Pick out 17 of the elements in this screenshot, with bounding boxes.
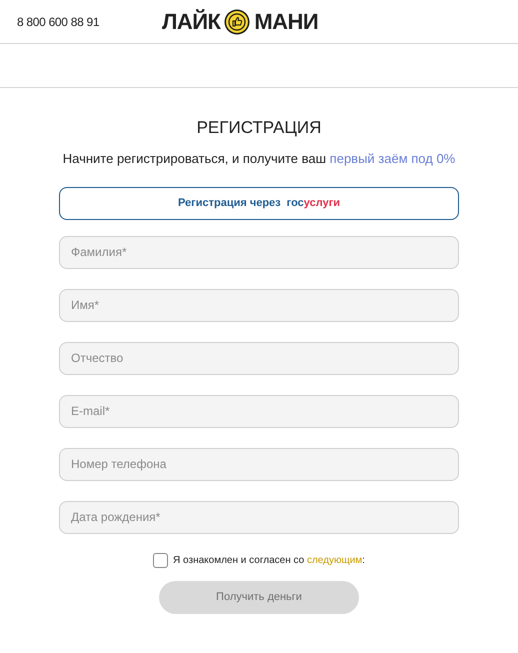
logo-text: ЛАЙК — [162, 8, 220, 36]
terms-link[interactable]: следующим — [306, 554, 362, 566]
input-field[interactable]: Имя* — [59, 288, 459, 322]
gosuslugi-button[interactable]: Регистрация через госуслуги — [59, 186, 459, 220]
page-title: РЕГИСТРАЦИЯ — [196, 117, 322, 139]
loan-link[interactable]: первый заём под 0% — [330, 150, 456, 166]
coin-logo-icon — [224, 8, 250, 34]
input-field[interactable]: Отчество — [59, 342, 459, 374]
phone-number[interactable]: 8 800 600 88 91 — [17, 12, 162, 30]
agreement-text: Я ознакомлен и согласен со следующим: — [173, 554, 365, 568]
input-field[interactable]: Номер телефона — [59, 448, 459, 480]
input-field[interactable]: Дата рождения* — [59, 500, 459, 534]
input-field[interactable]: Фамилия* — [59, 236, 459, 268]
agreement-checkbox[interactable] — [153, 552, 168, 568]
input-field[interactable]: E-mail* — [59, 394, 459, 428]
subtitle-text: Начните регистрироваться, и получите ваш первый заём под 0% — [62, 150, 456, 166]
logo-text: МАНИ — [254, 8, 318, 36]
